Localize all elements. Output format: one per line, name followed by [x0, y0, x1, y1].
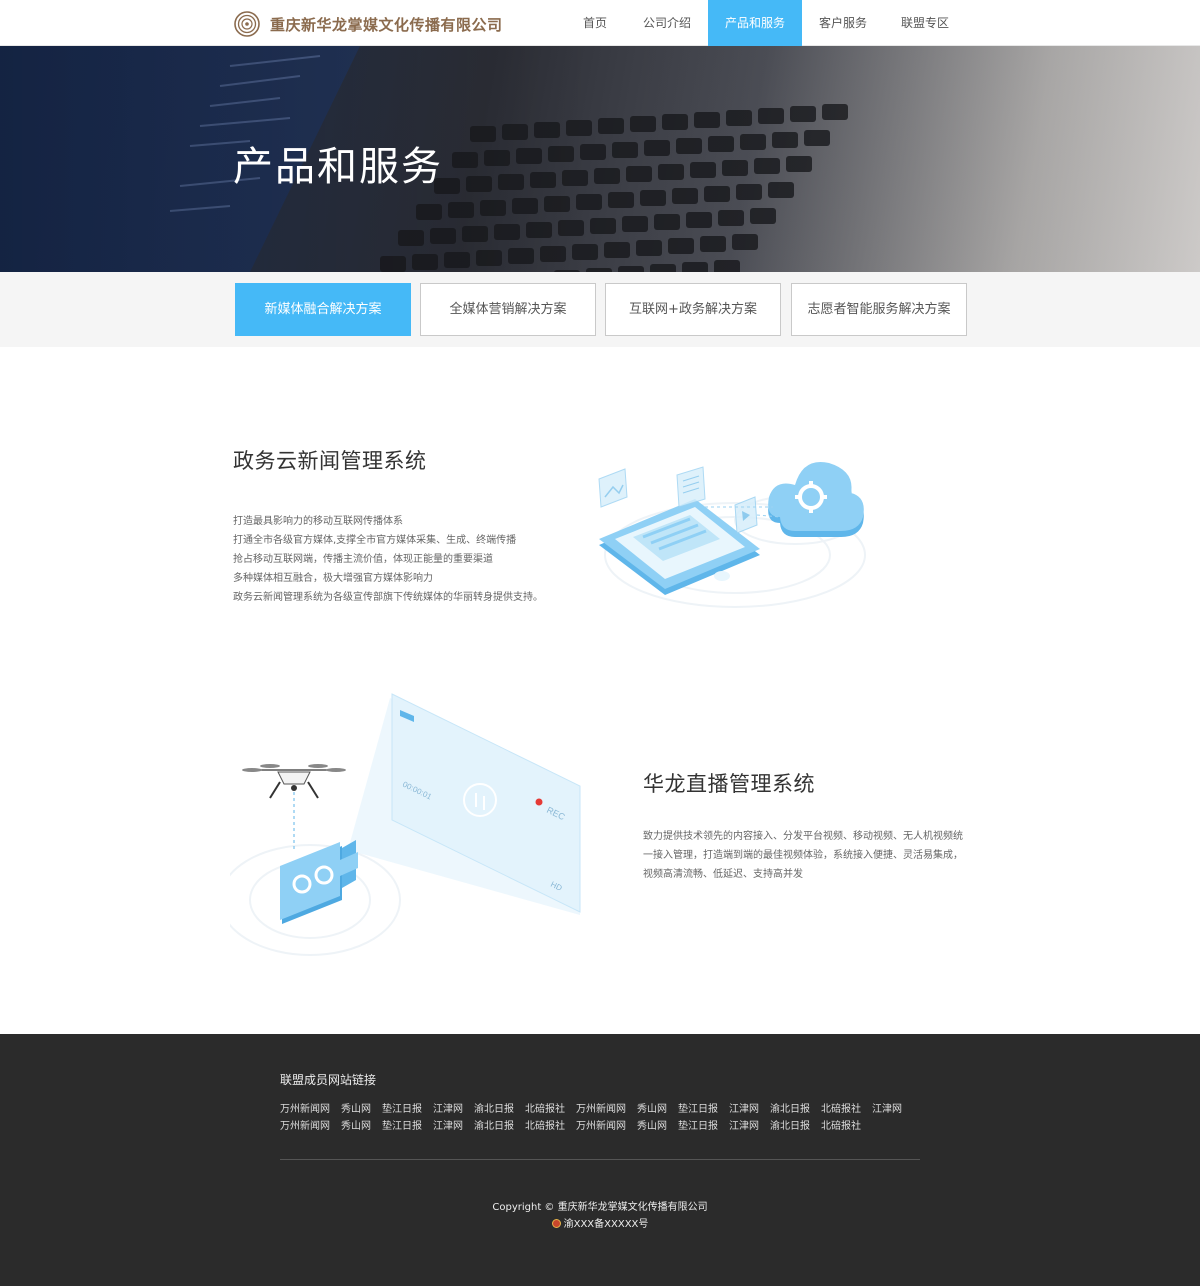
section1-line: 打造最具影响力的移动互联网传播体系 [233, 516, 403, 527]
banner-title: 产品和服务 [233, 144, 443, 190]
alliance-links-title: 联盟成员网站链接 [280, 1073, 377, 1087]
alliance-link[interactable]: 北碚报社 [821, 1117, 861, 1132]
alliance-link[interactable]: 渝北日报 [474, 1117, 514, 1132]
alliance-link[interactable]: 江津网 [729, 1117, 759, 1132]
section2-description: 致力提供技术领先的内容接入、分发平台视频、移动视频、无人机视频统一接入管理，打造… [643, 831, 963, 880]
icp-text: 渝XXX备XXXXX号 [563, 1219, 649, 1230]
alliance-link[interactable]: 北碚报社 [525, 1117, 565, 1132]
nav-products[interactable]: 产品和服务 [708, 0, 802, 46]
icp-record[interactable]: 渝XXX备XXXXX号 [0, 1215, 1200, 1230]
nav-home[interactable]: 首页 [564, 0, 626, 46]
alliance-link[interactable]: 秀山网 [341, 1117, 371, 1132]
alliance-link[interactable]: 江津网 [872, 1100, 902, 1115]
alliance-link[interactable]: 万州新闻网 [576, 1100, 626, 1115]
phone-cloud-illustration [598, 461, 866, 608]
cloud-settings-icon [768, 461, 864, 537]
alliance-link[interactable]: 垫江日报 [382, 1100, 422, 1115]
tab-all-media-marketing[interactable]: 全媒体营销解决方案 [420, 283, 596, 336]
tab-new-media[interactable]: 新媒体融合解决方案 [235, 283, 411, 336]
alliance-link[interactable]: 万州新闻网 [280, 1117, 330, 1132]
section2-title: 华龙直播管理系统 [643, 772, 815, 796]
drone-icon [242, 764, 346, 850]
video-camera-icon [280, 840, 358, 924]
alliance-link[interactable]: 渝北日报 [474, 1100, 514, 1115]
alliance-link[interactable]: 江津网 [433, 1100, 463, 1115]
nav-alliance[interactable]: 联盟专区 [884, 0, 966, 46]
alliance-link[interactable]: 万州新闻网 [576, 1117, 626, 1132]
alliance-link[interactable]: 垫江日报 [678, 1117, 718, 1132]
nav-customer-service[interactable]: 客户服务 [802, 0, 884, 46]
nav-about[interactable]: 公司介绍 [626, 0, 708, 46]
tab-internet-government[interactable]: 互联网+政务解决方案 [605, 283, 781, 336]
solution-tabs: 新媒体融合解决方案 全媒体营销解决方案 互联网+政务解决方案 志愿者智能服务解决… [0, 272, 1200, 347]
section1-line: 抢占移动互联网端，传播主流价值，体现正能量的重要渠道 [233, 554, 493, 565]
alliance-link[interactable]: 秀山网 [637, 1117, 667, 1132]
company-name: 重庆新华龙掌媒文化传播有限公司 [270, 15, 503, 34]
live-stream-illustration: REC 00:00:01 HD [230, 693, 581, 956]
copyright: Copyright © 重庆新华龙掌媒文化传播有限公司 [492, 1202, 708, 1213]
alliance-link[interactable]: 渝北日报 [770, 1117, 810, 1132]
alliance-link[interactable]: 渝北日报 [770, 1100, 810, 1115]
laptop-keyboard-background [0, 46, 1200, 272]
alliance-link[interactable]: 垫江日报 [678, 1100, 718, 1115]
logo[interactable]: 重庆新华龙掌媒文化传播有限公司 [234, 11, 503, 37]
alliance-link[interactable]: 秀山网 [637, 1100, 667, 1115]
main-nav: 首页 公司介绍 产品和服务 客户服务 联盟专区 [564, 0, 966, 46]
site-header: 重庆新华龙掌媒文化传播有限公司 首页 公司介绍 产品和服务 客户服务 联盟专区 [0, 0, 1200, 46]
alliance-links-row: 万州新闻网 秀山网 垫江日报 江津网 渝北日报 北碚报社 万州新闻网 秀山网 垫… [280, 1100, 920, 1115]
alliance-link[interactable]: 秀山网 [341, 1100, 371, 1115]
document-icon [676, 466, 706, 508]
page-banner: 产品和服务 [0, 46, 1200, 272]
alliance-link[interactable]: 北碚报社 [821, 1100, 861, 1115]
logo-icon [234, 11, 260, 37]
section1-title: 政务云新闻管理系统 [233, 449, 427, 473]
alliance-links-row: 万州新闻网 秀山网 垫江日报 江津网 渝北日报 北碚报社 万州新闻网 秀山网 垫… [280, 1117, 920, 1132]
tab-volunteer-service[interactable]: 志愿者智能服务解决方案 [791, 283, 967, 336]
footer-divider [280, 1159, 920, 1160]
alliance-link[interactable]: 北碚报社 [525, 1100, 565, 1115]
alliance-link[interactable]: 垫江日报 [382, 1117, 422, 1132]
alliance-link[interactable]: 江津网 [729, 1100, 759, 1115]
section1-line: 多种媒体相互融合，极大增强官方媒体影响力 [233, 573, 433, 584]
police-badge-icon [551, 1219, 561, 1228]
section1-line: 政务云新闻管理系统为各级宣传部旗下传统媒体的华丽转身提供支持。 [233, 592, 543, 603]
site-footer: 联盟成员网站链接 万州新闻网 秀山网 垫江日报 江津网 渝北日报 北碚报社 万州… [0, 1034, 1200, 1286]
section1-line: 打通全市各级官方媒体,支撑全市官方媒体采集、生成、终端传播 [233, 535, 517, 546]
image-file-icon [598, 468, 628, 508]
section1-description: 打造最具影响力的移动互联网传播体系 打通全市各级官方媒体,支撑全市官方媒体采集、… [233, 512, 543, 607]
alliance-link[interactable]: 万州新闻网 [280, 1100, 330, 1115]
alliance-link[interactable]: 江津网 [433, 1117, 463, 1132]
